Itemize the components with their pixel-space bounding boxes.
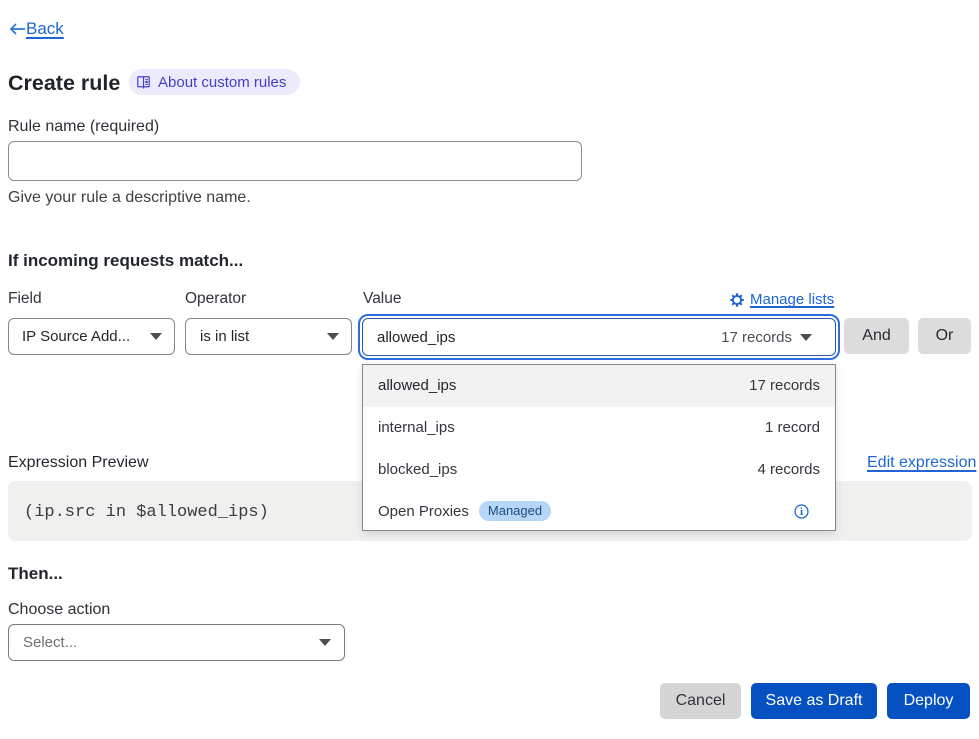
svg-text:i: i (800, 506, 803, 518)
